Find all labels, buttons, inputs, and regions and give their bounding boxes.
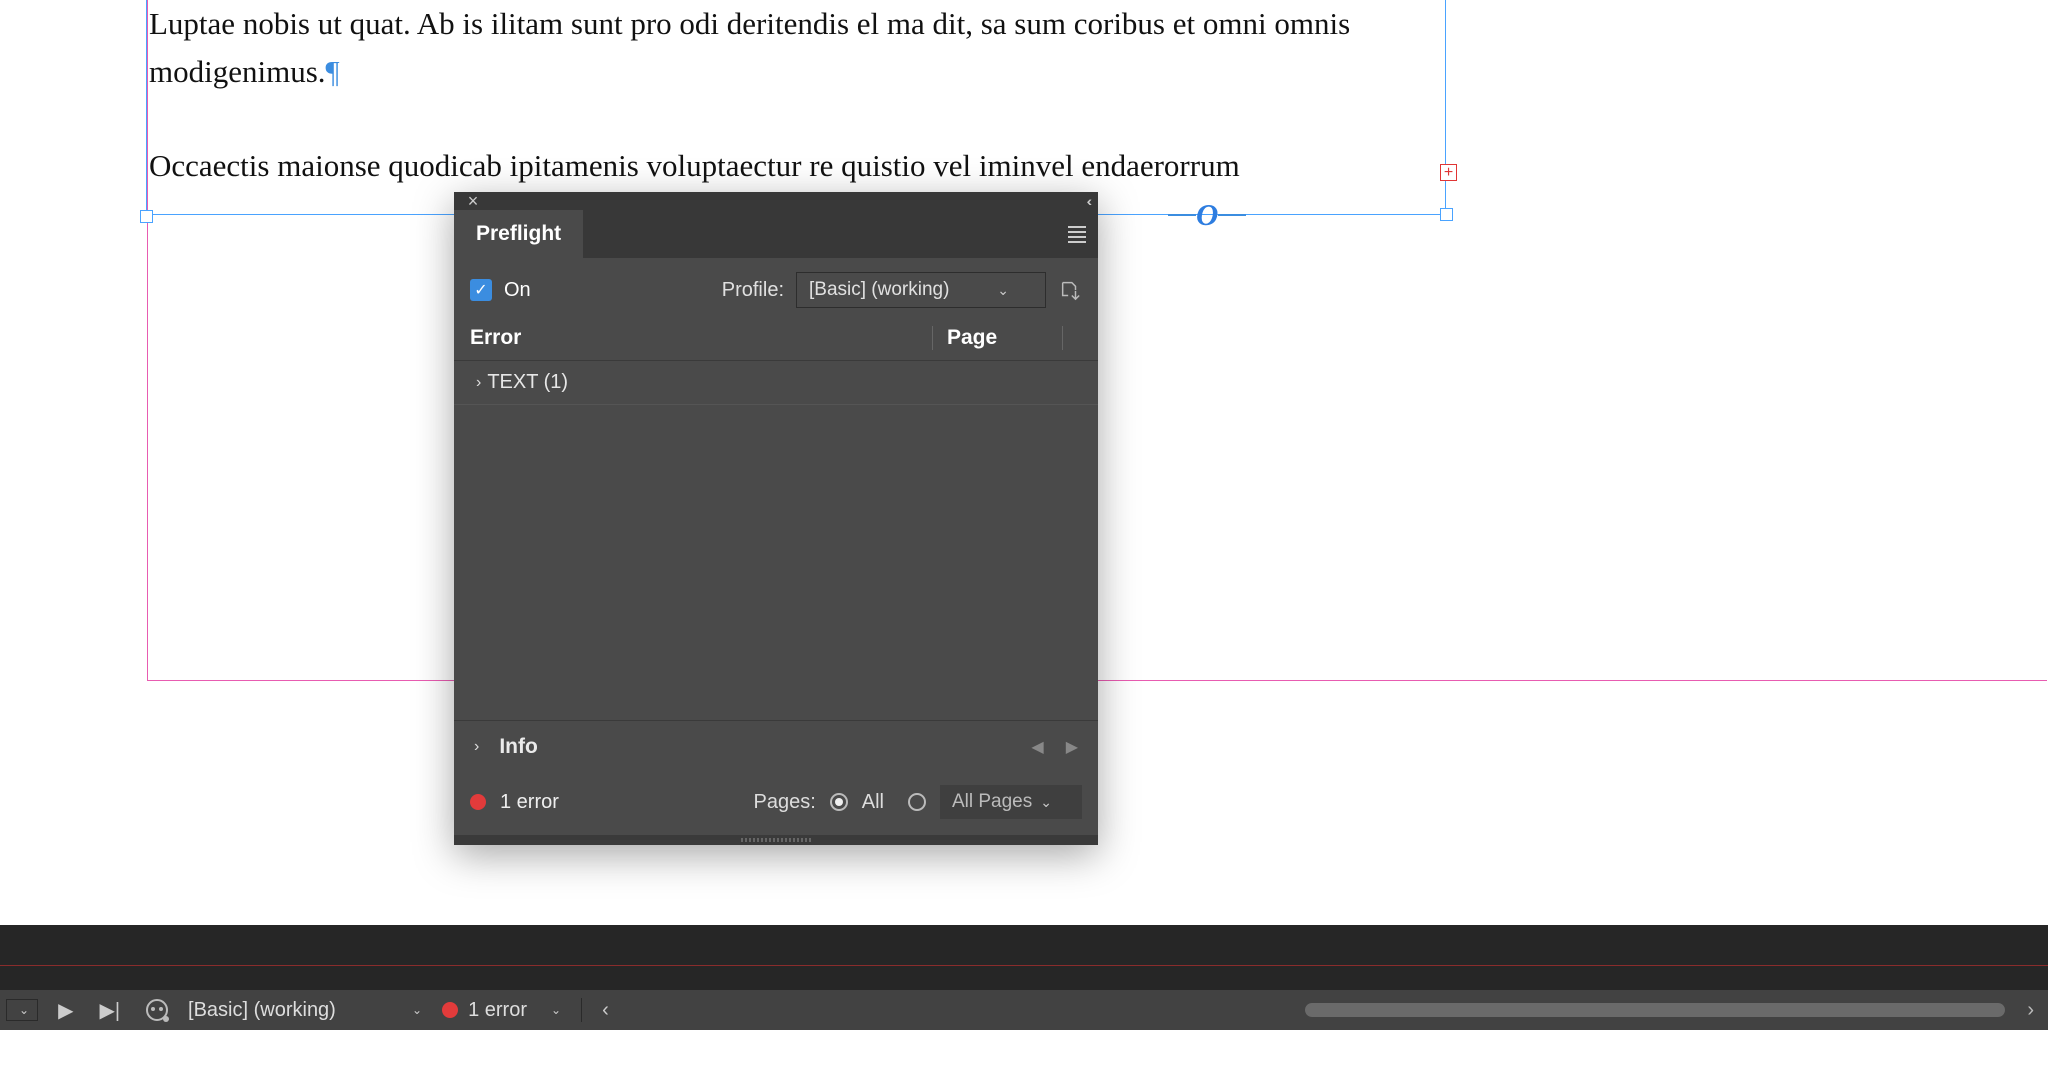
- open-preflight-icon[interactable]: [140, 995, 174, 1025]
- pages-label: Pages:: [753, 791, 815, 814]
- disclosure-triangle-icon[interactable]: ›: [476, 374, 481, 392]
- scroll-left-icon[interactable]: ‹: [596, 995, 615, 1026]
- status-bar: ⌄ ▶ ▶| [Basic] (working) ⌄ 1 error ⌄ ‹ ›: [0, 990, 2048, 1030]
- page-range-dropdown[interactable]: All Pages ⌄: [940, 785, 1082, 819]
- panel-titlebar[interactable]: × ‹‹: [454, 192, 1098, 210]
- pilcrow-icon: ¶: [326, 54, 340, 89]
- error-nav: ◀ ▶: [1031, 737, 1078, 757]
- status-dot-error-icon: [470, 794, 486, 810]
- profile-chevron[interactable]: ⌄: [402, 999, 428, 1021]
- horizontal-scrollbar[interactable]: [1305, 1003, 2005, 1017]
- preflight-on-checkbox[interactable]: ✓: [470, 279, 492, 301]
- next-error-icon[interactable]: ▶: [1066, 737, 1078, 757]
- view-dropdown[interactable]: ⌄: [6, 999, 38, 1021]
- panel-menu-icon[interactable]: [1068, 226, 1086, 243]
- collapse-icon[interactable]: ‹‹: [1087, 193, 1088, 209]
- disclosure-triangle-icon[interactable]: ›: [474, 738, 479, 756]
- info-label[interactable]: Info: [499, 735, 537, 759]
- header-page: Page: [932, 326, 1062, 350]
- page-break-marker: O: [1168, 197, 1246, 233]
- close-icon[interactable]: ×: [464, 192, 482, 210]
- document-canvas: Luptae nobis ut quat. Ab is ilitam sunt …: [0, 0, 2048, 930]
- panel-tabstrip: Preflight: [454, 210, 1098, 258]
- profile-label: Profile:: [722, 279, 784, 302]
- last-page-icon[interactable]: ▶|: [93, 994, 126, 1027]
- body-paragraph-1[interactable]: Luptae nobis ut quat. Ab is ilitam sunt …: [147, 0, 1445, 96]
- scroll-right-icon[interactable]: ›: [2019, 999, 2042, 1022]
- status-dot-error-icon: [442, 1002, 458, 1018]
- bleed-guide: [0, 965, 2048, 966]
- in-port[interactable]: [140, 210, 153, 223]
- bottom-dark-area: ⌄ ▶ ▶| [Basic] (working) ⌄ 1 error ⌄ ‹ ›: [0, 925, 2048, 1030]
- chevron-down-icon: ⌄: [412, 1003, 422, 1017]
- error-chevron[interactable]: ⌄: [541, 999, 567, 1021]
- page-range-value: All Pages: [952, 791, 1032, 813]
- body-paragraph-2[interactable]: Occaectis maionse quodicab ipitamenis vo…: [147, 142, 1445, 190]
- statusbar-profile-value: [Basic] (working): [188, 999, 336, 1022]
- overset-text-icon[interactable]: +: [1440, 164, 1457, 181]
- header-error: Error: [470, 326, 932, 350]
- info-row: › Info ◀ ▶: [454, 721, 1098, 773]
- error-count: 1 error: [500, 791, 559, 814]
- panel-status-row: 1 error Pages: All All Pages ⌄: [454, 773, 1098, 835]
- prev-error-icon[interactable]: ◀: [1031, 737, 1043, 757]
- chevron-down-icon: ⌄: [551, 1003, 561, 1017]
- statusbar-error[interactable]: 1 error: [442, 999, 527, 1022]
- panel-controls: ✓ On Profile: [Basic] (working) ⌄: [454, 258, 1098, 314]
- error-table-header: Error Page: [454, 314, 1098, 361]
- tab-preflight[interactable]: Preflight: [454, 210, 583, 258]
- error-label: TEXT (1): [487, 371, 568, 394]
- chevron-down-icon: ⌄: [19, 1003, 29, 1017]
- radio-all-label: All: [862, 791, 884, 814]
- statusbar-profile[interactable]: [Basic] (working): [188, 999, 388, 1022]
- preflight-panel: × ‹‹ Preflight ✓ On Profile: [Basic] (wo…: [454, 192, 1098, 845]
- chevron-down-icon: ⌄: [1040, 794, 1052, 811]
- next-page-icon[interactable]: ▶: [52, 994, 79, 1027]
- scrollbar-thumb[interactable]: [1305, 1003, 2005, 1017]
- page-break-glyph: O: [1196, 197, 1218, 233]
- radio-all[interactable]: [830, 793, 848, 811]
- text-frame[interactable]: Luptae nobis ut quat. Ab is ilitam sunt …: [146, 0, 1446, 215]
- paragraph-text[interactable]: Occaectis maionse quodicab ipitamenis vo…: [149, 148, 1240, 183]
- radio-range[interactable]: [908, 793, 926, 811]
- panel-resize-grip[interactable]: [454, 835, 1098, 845]
- profile-value: [Basic] (working): [809, 279, 949, 301]
- error-list[interactable]: › TEXT (1): [454, 361, 1098, 721]
- error-row[interactable]: › TEXT (1): [454, 361, 1098, 405]
- profile-dropdown[interactable]: [Basic] (working) ⌄: [796, 272, 1046, 308]
- on-label: On: [504, 279, 531, 302]
- chevron-down-icon: ⌄: [997, 282, 1009, 299]
- embed-profile-icon[interactable]: [1058, 278, 1082, 302]
- statusbar-error-count: 1 error: [468, 999, 527, 1022]
- out-port[interactable]: [1440, 208, 1453, 221]
